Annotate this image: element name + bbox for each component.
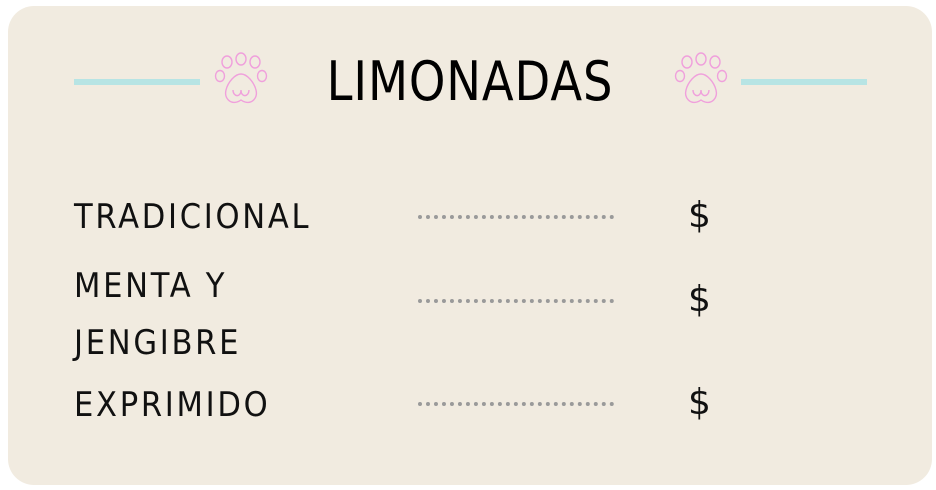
dotted-leader xyxy=(418,215,614,219)
menu-item-price: $ xyxy=(688,382,711,423)
dotted-leader xyxy=(418,299,614,303)
dotted-leader xyxy=(418,402,614,406)
menu-item-name: TRADICIONAL xyxy=(74,197,312,237)
left-divider-line xyxy=(74,79,200,85)
menu-item-price: $ xyxy=(688,279,711,320)
right-divider-line xyxy=(741,79,867,85)
paw-print-icon xyxy=(674,52,728,104)
menu-item-price: $ xyxy=(688,195,711,236)
menu-item-name: MENTA Y JENGIBRE xyxy=(74,266,242,363)
menu-title: LIMONADAS xyxy=(326,50,614,113)
menu-item-name: EXPRIMIDO xyxy=(74,385,271,425)
paw-print-icon xyxy=(214,52,268,104)
